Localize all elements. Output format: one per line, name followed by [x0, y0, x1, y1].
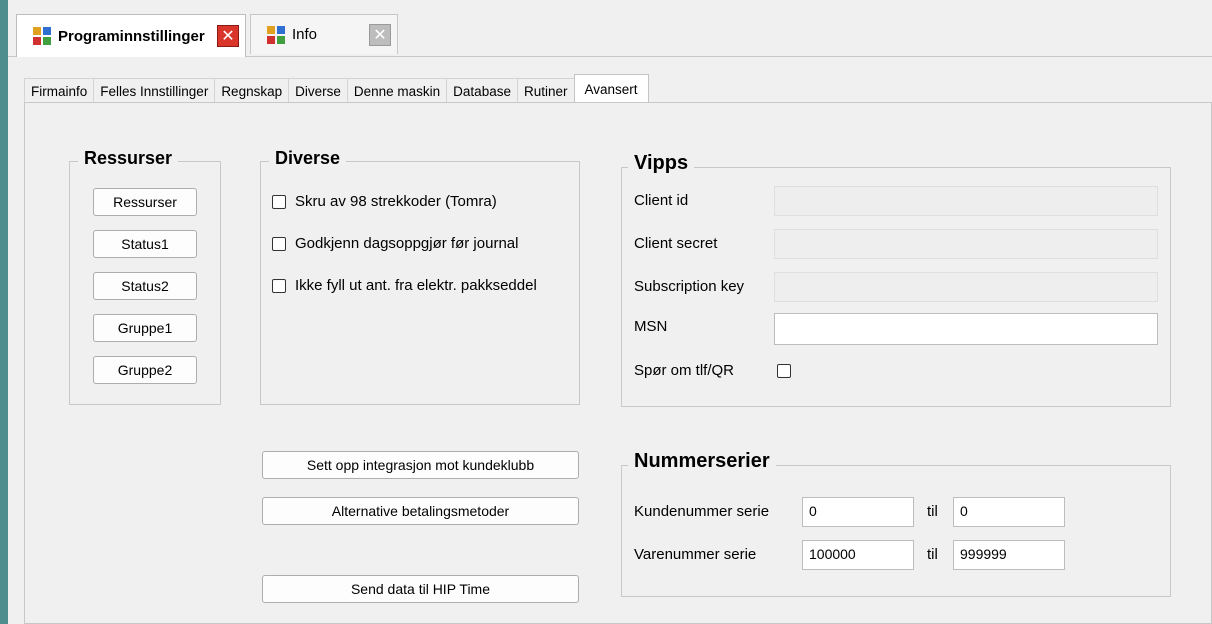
- ask-phone-qr-label: Spør om tlf/QR: [634, 362, 735, 379]
- send-hip-time-button[interactable]: Send data til HIP Time: [262, 575, 579, 603]
- status2-button[interactable]: Status2: [93, 272, 197, 300]
- window-top-edge: [8, 0, 1212, 10]
- tab-rutiner[interactable]: Rutiner: [516, 78, 574, 104]
- varenummer-from-field[interactable]: 100000: [802, 540, 914, 570]
- client-id-field[interactable]: [774, 186, 1158, 216]
- window-left-accent: [0, 0, 8, 624]
- varenummer-serie-label: Varenummer serie: [634, 546, 757, 563]
- vipps-group-title: Vipps: [628, 152, 695, 175]
- avansert-panel: Ressurser Ressurser Status1 Status2 Grup…: [24, 102, 1212, 624]
- kundenummer-til-label: til: [927, 503, 938, 520]
- kundenummer-serie-label: Kundenummer serie: [634, 503, 770, 520]
- tomra-checkbox-label: Skru av 98 strekkoder (Tomra): [295, 193, 497, 210]
- tab-firmainfo[interactable]: Firmainfo: [24, 78, 94, 104]
- client-id-label: Client id: [634, 192, 689, 209]
- kundeklubb-integration-button[interactable]: Sett opp integrasjon mot kundeklubb: [262, 451, 579, 479]
- msn-field[interactable]: [774, 313, 1158, 345]
- info-app-icon: [267, 25, 285, 44]
- settings-tab-strip: Firmainfo Felles Innstillinger Regnskap …: [24, 74, 649, 104]
- varenummer-to-field[interactable]: 999999: [953, 540, 1065, 570]
- ressurser-group: Ressurser Ressurser Status1 Status2 Grup…: [69, 148, 221, 405]
- checkbox-row-dagsoppgjor[interactable]: Godkjenn dagsoppgjør før journal: [272, 235, 518, 252]
- tomra-checkbox[interactable]: [272, 194, 286, 209]
- kundenummer-to-field[interactable]: 0: [953, 497, 1065, 527]
- tab-denne-maskin[interactable]: Denne maskin: [346, 78, 447, 104]
- dagsoppgjor-checkbox-label: Godkjenn dagsoppgjør før journal: [295, 235, 519, 252]
- checkbox-row-tomra[interactable]: Skru av 98 strekkoder (Tomra): [272, 193, 497, 210]
- gruppe2-button[interactable]: Gruppe2: [93, 356, 197, 384]
- nummerserier-group: Nummerserier Kundenummer serie 0 til 0 V…: [621, 450, 1171, 597]
- msn-label: MSN: [634, 318, 668, 335]
- close-tab-icon[interactable]: ✕: [217, 25, 239, 47]
- close-tab-icon[interactable]: ✕: [369, 23, 391, 46]
- doc-tab-info[interactable]: Info ✕: [250, 14, 398, 54]
- doc-tab-programinnstillinger[interactable]: Programinnstillinger ✕: [16, 14, 246, 57]
- ressurser-group-title: Ressurser: [78, 148, 179, 169]
- nummerserier-group-title: Nummerserier: [628, 450, 776, 473]
- client-secret-label: Client secret: [634, 235, 718, 252]
- tab-felles-innstillinger[interactable]: Felles Innstillinger: [93, 78, 215, 104]
- client-secret-field[interactable]: [774, 229, 1158, 259]
- doc-tab-label: Programinnstillinger: [58, 27, 205, 45]
- gruppe1-button[interactable]: Gruppe1: [93, 314, 197, 342]
- vipps-group: Vipps Client id Client secret Subscripti…: [621, 152, 1171, 407]
- alternative-payment-methods-button[interactable]: Alternative betalingsmetoder: [262, 497, 579, 525]
- ressurser-button[interactable]: Ressurser: [93, 188, 197, 216]
- pakkseddel-checkbox-label: Ikke fyll ut ant. fra elektr. pakkseddel: [295, 277, 537, 294]
- dagsoppgjor-checkbox[interactable]: [272, 236, 286, 251]
- settings-app-icon: [33, 27, 51, 45]
- checkbox-row-pakkseddel[interactable]: Ikke fyll ut ant. fra elektr. pakkseddel: [272, 277, 537, 294]
- varenummer-til-label: til: [927, 546, 938, 563]
- tab-database[interactable]: Database: [446, 78, 517, 104]
- kundenummer-from-field[interactable]: 0: [802, 497, 914, 527]
- subscription-key-label: Subscription key: [634, 278, 745, 295]
- ask-phone-qr-checkbox[interactable]: [777, 364, 791, 378]
- diverse-group: Diverse Skru av 98 strekkoder (Tomra) Go…: [260, 148, 580, 405]
- tab-avansert[interactable]: Avansert: [573, 74, 649, 104]
- diverse-group-title: Diverse: [269, 148, 347, 169]
- pakkseddel-checkbox[interactable]: [272, 278, 286, 293]
- tab-regnskap[interactable]: Regnskap: [214, 78, 289, 104]
- tab-diverse[interactable]: Diverse: [288, 78, 347, 104]
- doc-tab-label: Info: [292, 26, 318, 43]
- subscription-key-field[interactable]: [774, 272, 1158, 302]
- status1-button[interactable]: Status1: [93, 230, 197, 258]
